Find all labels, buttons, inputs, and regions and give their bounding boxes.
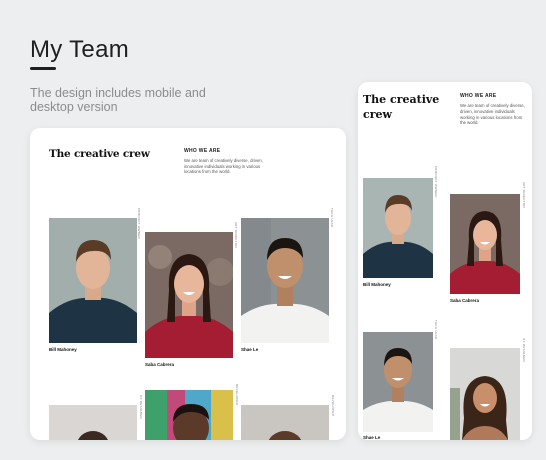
member-photo-6[interactable] (241, 405, 329, 440)
member-role-label: PRODUCT OWNER (434, 166, 438, 198)
title-underline (30, 67, 56, 70)
member-role-label: ART DIRECTOR (234, 222, 238, 248)
page-subtitle: The design includes mobile and desktop v… (30, 86, 206, 114)
member-name: Saba Cabrera (450, 298, 480, 303)
member-photo-4[interactable] (450, 348, 520, 440)
member-photo-shae[interactable] (241, 218, 329, 343)
member-role-label: PRODUCT OWNER (137, 208, 141, 240)
desktop-heading: The creative crew (49, 148, 150, 160)
member-photo-5[interactable] (145, 390, 233, 440)
mobile-who-text: We are team of creatively diverse, drive… (460, 103, 525, 126)
desktop-preview-card[interactable]: The creative crew WHO WE ARE We are team… (30, 128, 346, 440)
page-title: My Team (30, 36, 130, 63)
member-role-label: UX DESIGNER (139, 395, 143, 419)
member-name: Shae Le (363, 435, 381, 440)
member-photo-shae[interactable] (363, 332, 433, 432)
member-role-label: DEVELOPER (235, 384, 239, 406)
member-role-label: ART DIRECTOR (522, 182, 526, 208)
member-photo-saba[interactable] (145, 232, 233, 358)
member-name: Shae Le (241, 347, 259, 352)
member-photo-4[interactable] (49, 405, 137, 440)
desktop-who-text: We are team of creatively diverse, drive… (184, 158, 263, 175)
member-name: Bill Mahoney (363, 282, 391, 287)
member-role-label: TECH LEAD (434, 320, 438, 340)
member-role-label: TECH LEAD (330, 208, 334, 228)
mobile-who-heading: WHO WE ARE (460, 93, 497, 99)
member-photo-bill[interactable] (363, 178, 433, 278)
member-photo-bill[interactable] (49, 218, 137, 343)
member-role-label: DEVELOPER (331, 395, 335, 417)
mobile-preview-card[interactable]: The creative crew WHO WE ARE We are team… (358, 82, 532, 440)
mobile-heading: The creative crew (363, 93, 440, 121)
member-name: Saba Cabrera (145, 362, 175, 367)
member-role-label: UX DESIGNER (522, 338, 526, 362)
desktop-who-heading: WHO WE ARE (184, 148, 221, 154)
member-photo-saba[interactable] (450, 194, 520, 294)
member-name: Bill Mahoney (49, 347, 77, 352)
